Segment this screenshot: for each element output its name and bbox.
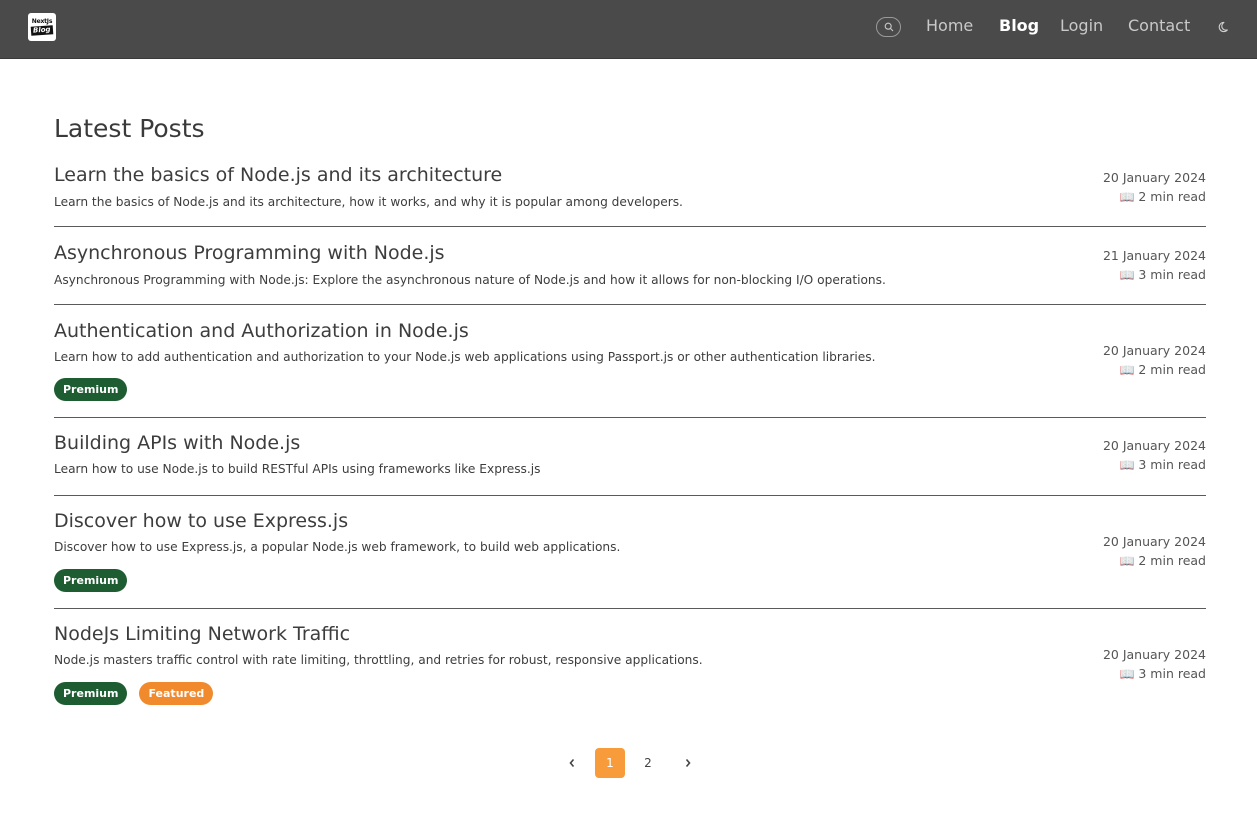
post-date: 20 January 2024 <box>1102 534 1206 549</box>
post-title[interactable]: Building APIs with Node.js <box>54 432 300 454</box>
post-title[interactable]: NodeJs Limiting Network Traffic <box>54 623 350 645</box>
post-read-time: 2 min read <box>1138 189 1206 204</box>
post-divider <box>54 304 1206 305</box>
post-divider <box>54 226 1206 227</box>
post-item[interactable]: Learn the basics of Node.js and its arch… <box>54 164 1206 226</box>
post-description: Learn how to add authentication and auth… <box>54 350 876 364</box>
pagination: 1 2 <box>557 748 703 778</box>
post-description: Asynchronous Programming with Node.js: E… <box>54 273 886 287</box>
post-divider <box>54 608 1206 609</box>
post-meta: 21 January 2024 📖 3 min read <box>1103 246 1206 285</box>
search-icon <box>884 22 893 32</box>
open-book-icon: 📖 <box>1119 363 1139 377</box>
nav-link-login[interactable]: Login <box>1060 16 1103 35</box>
post-title[interactable]: Authentication and Authorization in Node… <box>54 320 469 342</box>
badge-featured: Featured <box>139 682 214 705</box>
post-description: Learn how to use Node.js to build RESTfu… <box>54 462 541 476</box>
open-book-icon: 📖 <box>1119 190 1139 204</box>
open-book-icon: 📖 <box>1119 554 1139 568</box>
post-title[interactable]: Asynchronous Programming with Node.js <box>54 242 445 264</box>
post-item[interactable]: Building APIs with Node.js Learn how to u… <box>54 432 1206 495</box>
nav-link-blog[interactable]: Blog <box>999 16 1039 35</box>
post-read-time: 2 min read <box>1138 362 1206 377</box>
page-button-2[interactable]: 2 <box>633 748 663 778</box>
post-meta: 20 January 2024 📖 2 min read <box>1103 341 1206 380</box>
next-page-button[interactable] <box>673 748 703 778</box>
post-read-time: 3 min read <box>1138 457 1206 472</box>
post-date: 20 January 2024 <box>1102 438 1206 453</box>
post-divider <box>54 417 1206 418</box>
badge-premium: Premium <box>54 569 128 592</box>
post-badges: Premium Featured <box>54 682 214 705</box>
chevron-right-icon <box>685 758 691 768</box>
post-item[interactable]: Discover how to use Express.js Discover h… <box>54 510 1206 608</box>
post-title[interactable]: Discover how to use Express.js <box>54 510 348 532</box>
post-description: Learn the basics of Node.js and its arch… <box>54 195 683 209</box>
post-read-time: 2 min read <box>1138 553 1206 568</box>
nav-link-contact[interactable]: Contact <box>1128 16 1190 35</box>
open-book-icon: 📖 <box>1119 268 1139 282</box>
post-description: Node.js masters traffic control with rat… <box>54 653 703 667</box>
post-date: 20 January 2024 <box>1102 647 1206 662</box>
page-title: Latest Posts <box>54 114 205 143</box>
open-book-icon: 📖 <box>1119 667 1139 681</box>
post-badges: Premium <box>54 378 128 401</box>
site-logo[interactable]: NextJs Blog <box>28 13 56 41</box>
badge-premium: Premium <box>54 378 128 401</box>
post-meta: 20 January 2024 📖 2 min read <box>1103 168 1206 207</box>
logo-text-top: NextJs <box>31 18 53 25</box>
post-meta: 20 January 2024 📖 3 min read <box>1103 436 1206 475</box>
search-button[interactable] <box>876 17 901 37</box>
post-date: 20 January 2024 <box>1102 170 1206 185</box>
post-meta: 20 January 2024 📖 2 min read <box>1103 532 1206 571</box>
post-date: 20 January 2024 <box>1102 343 1206 358</box>
post-date: 21 January 2024 <box>1102 248 1206 263</box>
top-navbar: NextJs Blog Home Blog Login Contact <box>0 0 1257 59</box>
nav-link-home[interactable]: Home <box>926 16 973 35</box>
open-book-icon: 📖 <box>1119 458 1139 472</box>
theme-toggle-button[interactable] <box>1218 19 1232 33</box>
post-read-time: 3 min read <box>1138 666 1206 681</box>
post-title[interactable]: Learn the basics of Node.js and its arch… <box>54 164 502 186</box>
post-item[interactable]: Asynchronous Programming with Node.js Asy… <box>54 242 1206 304</box>
logo-text-bottom: Blog <box>30 25 54 36</box>
post-description: Discover how to use Express.js, a popula… <box>54 540 621 554</box>
page-button-1[interactable]: 1 <box>595 748 625 778</box>
post-meta: 20 January 2024 📖 3 min read <box>1103 645 1206 684</box>
post-item[interactable]: NodeJs Limiting Network Traffic Node.js m… <box>54 623 1206 710</box>
post-divider <box>54 495 1206 496</box>
badge-premium: Premium <box>54 682 128 705</box>
prev-page-button[interactable] <box>557 748 587 778</box>
post-read-time: 3 min read <box>1138 267 1206 282</box>
post-badges: Premium <box>54 569 128 592</box>
moon-icon <box>1218 21 1228 33</box>
chevron-left-icon <box>569 758 575 768</box>
post-item[interactable]: Authentication and Authorization in Node… <box>54 320 1206 417</box>
